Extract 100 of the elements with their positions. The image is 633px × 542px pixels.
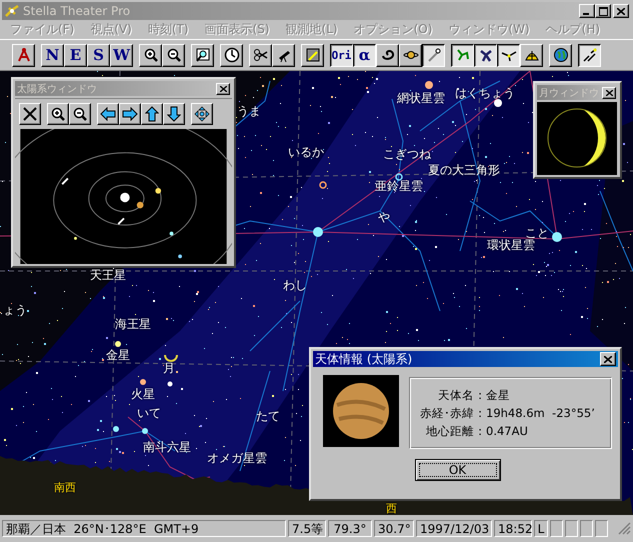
scissors-icon: [252, 47, 268, 63]
status-panel: [580, 520, 593, 536]
close-icon: [604, 356, 612, 362]
toolbar-button[interactable]: α: [353, 44, 376, 66]
sky-object-label: 夏の大三角形: [428, 164, 500, 176]
star-logo-icon: [4, 4, 20, 18]
zoom-in-icon: [50, 106, 66, 122]
minimize-button[interactable]: [579, 4, 595, 18]
maximize-button[interactable]: [595, 4, 611, 18]
direction-label: 西: [386, 503, 397, 514]
globe-icon: [552, 47, 568, 63]
compass-icon: [16, 47, 32, 63]
close-button[interactable]: [216, 82, 230, 94]
search-icon: [194, 47, 210, 63]
moon-marker-icon: [164, 354, 178, 362]
toolbar-button[interactable]: E: [64, 44, 87, 66]
sky-object-label: 金星: [106, 349, 130, 361]
four-arrows-icon: [194, 106, 210, 122]
wand-icon: [304, 47, 320, 63]
sky-object-label: 環状星雲: [487, 239, 535, 251]
field-value: 金星: [486, 388, 510, 402]
sky-object-label: うま: [237, 105, 261, 117]
sky-object-label: わし: [283, 279, 307, 291]
toolbar-button[interactable]: [422, 44, 445, 66]
toolbar-button[interactable]: W: [110, 44, 133, 66]
status-panel: [595, 520, 608, 536]
status-angle: 79.3°: [328, 520, 372, 536]
toolbar-button[interactable]: [578, 44, 601, 66]
direction-label: 南西: [54, 482, 76, 493]
arrow-right-icon: [122, 107, 138, 121]
pan-down-button[interactable]: [163, 103, 185, 125]
status-mode: L: [534, 520, 548, 536]
sky-object-label: や: [378, 211, 390, 223]
pan-left-button[interactable]: [97, 103, 119, 125]
comet-icon: [426, 47, 442, 63]
ok-button[interactable]: OK: [414, 459, 500, 481]
sky-object-label: いるか: [288, 146, 324, 158]
zoom-out-icon: [166, 47, 182, 63]
arrow-left-icon: [100, 107, 116, 121]
sky-object-label: 海王星: [115, 318, 151, 330]
toolbar-button[interactable]: N: [41, 44, 64, 66]
dialog-title: 天体情報 (太陽系): [315, 350, 412, 368]
clock-icon: [224, 47, 240, 63]
constellation-icon: [454, 47, 470, 63]
close-button[interactable]: [613, 4, 629, 18]
planet-marker: [115, 341, 121, 347]
planet-marker: [140, 379, 146, 385]
zoom-in-button[interactable]: [47, 103, 69, 125]
constellation-figure-icon: [478, 47, 494, 63]
close-icon: [606, 90, 612, 96]
nebula-marker: [319, 181, 327, 189]
field-label: 天体名: [437, 388, 474, 402]
field-label: 赤経･赤緯: [419, 406, 474, 420]
close-button[interactable]: [600, 352, 616, 366]
sky-object-label: ょう: [3, 304, 27, 316]
maximize-icon: [598, 6, 608, 16]
close-icon: [23, 107, 37, 121]
resize-grip-icon: [617, 521, 631, 535]
pan-right-button[interactable]: [119, 103, 141, 125]
separator-text: :: [477, 388, 483, 402]
field-label: 地心距離: [425, 424, 474, 438]
zoom-in-icon: [142, 47, 158, 63]
sky-object-label: 天王星: [90, 269, 126, 281]
status-panel: [565, 520, 578, 536]
nebula-marker: [395, 173, 403, 181]
toolbar-button[interactable]: [497, 44, 520, 66]
toolbar-button[interactable]: Ori: [330, 44, 353, 66]
separator-text: :: [477, 406, 483, 420]
pan-up-button[interactable]: [141, 103, 163, 125]
toolbar-button[interactable]: [474, 44, 497, 66]
window-title: Stella Theater Pro: [23, 4, 132, 18]
arrow-down-icon: [167, 106, 181, 122]
toolbar-button[interactable]: S: [87, 44, 110, 66]
sky-object-label: はくちょう: [455, 87, 515, 99]
close-button[interactable]: [602, 86, 616, 98]
sky-object-label: 火星: [131, 388, 155, 400]
status-panel: [550, 520, 563, 536]
meteor-icon: [582, 47, 598, 63]
sky-object-label: 月: [163, 362, 175, 374]
zoom-out-button[interactable]: [69, 103, 91, 125]
sky-object-label: オメガ星雲: [207, 452, 267, 464]
sky-object-label: こと: [525, 227, 549, 239]
sky-object-label: いて: [137, 407, 161, 419]
window-title: 太陽系ウィンドウ: [17, 82, 97, 96]
arrow-up-icon: [145, 106, 159, 122]
status-magnitude: 7.5等: [288, 520, 326, 536]
field-value: 19h48.6m -23°55’: [486, 406, 595, 420]
center-button[interactable]: [191, 103, 213, 125]
status-angle: 30.7°: [374, 520, 414, 536]
close-icon: [617, 8, 625, 14]
status-time: 18:52: [494, 520, 532, 536]
galaxy-icon: [380, 47, 396, 63]
status-date: 1997/12/03: [416, 520, 492, 536]
sky-object-label: たて: [256, 410, 280, 422]
field-value: 0.47AU: [486, 424, 528, 438]
close-view-button[interactable]: [19, 103, 41, 125]
zoom-out-icon: [72, 106, 88, 122]
sky-object-label: 網状星雲: [397, 92, 445, 104]
close-icon: [220, 86, 226, 92]
toolbar-button[interactable]: [451, 44, 474, 66]
